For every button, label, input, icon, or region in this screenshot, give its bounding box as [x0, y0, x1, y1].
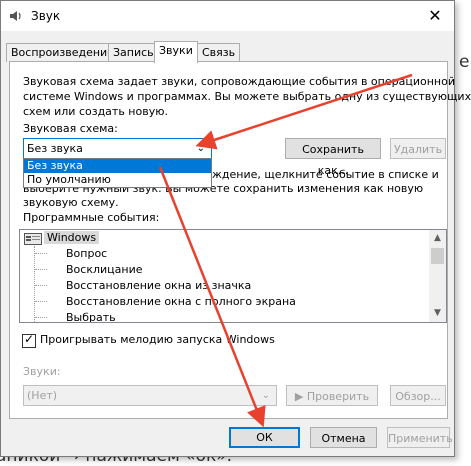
play-icon: ▶: [294, 390, 304, 403]
browse-button[interactable]: Обзор...: [390, 385, 446, 406]
cancel-button[interactable]: Отмена: [310, 427, 377, 448]
tab-communications[interactable]: Связь: [197, 43, 241, 62]
close-icon[interactable]: ✕: [416, 1, 454, 31]
windows-folder-icon: [24, 233, 42, 245]
event-item[interactable]: Восстановление окна с полного экрана: [66, 295, 296, 308]
sounds-select[interactable]: (Нет) ⌄: [23, 385, 277, 406]
test-button-label: Проверить: [306, 390, 370, 403]
scheme-option-no-sound[interactable]: Без звука: [24, 159, 211, 173]
scroll-thumb[interactable]: [431, 248, 444, 264]
tree-branch: [35, 301, 47, 302]
scroll-up-icon[interactable]: ▲: [429, 230, 446, 247]
sounds-select-value: (Нет): [27, 389, 58, 402]
tree-branch: [35, 317, 47, 318]
startup-sound-label[interactable]: Проигрывать мелодию запуска Windows: [40, 332, 275, 347]
tree-branch: [35, 253, 47, 254]
description-line-2: системе Windows и программах. Вы можете …: [23, 90, 471, 103]
speaker-icon: [10, 11, 21, 21]
description-line-1: Звуковая схема задает звуки, сопровождаю…: [23, 75, 455, 88]
check-icon: ✓: [24, 332, 35, 346]
background-right-glyph: е: [459, 52, 470, 72]
event-item[interactable]: Восклицание: [66, 263, 142, 276]
tree-line: [34, 246, 35, 322]
events-label: Программные события:: [23, 211, 160, 224]
test-button[interactable]: ▶ Проверить: [286, 385, 378, 406]
change-text-line-1: ждение, щелкните событие в списке и: [212, 168, 439, 181]
scroll-down-icon[interactable]: ▼: [429, 305, 446, 322]
tab-recording[interactable]: Запись: [108, 43, 159, 62]
description-line-3: схем или создать новую.: [23, 105, 168, 118]
tab-sounds[interactable]: Звуки: [154, 41, 198, 63]
events-scrollbar[interactable]: ▲ ▼: [429, 230, 446, 322]
event-item[interactable]: Вопрос: [66, 247, 107, 260]
scheme-select-value: Без звука: [27, 142, 83, 155]
scheme-option-default[interactable]: По умолчанию: [24, 173, 211, 187]
sounds-label: Звуки:: [23, 365, 61, 378]
window-title: Звук: [31, 9, 61, 23]
event-item[interactable]: Восстановление окна из значка: [66, 279, 251, 292]
delete-button[interactable]: Удалить: [390, 138, 446, 159]
change-text-line-3: звуковую схему.: [23, 196, 119, 209]
scheme-dropdown-list: Без звука По умолчанию: [23, 158, 212, 188]
ok-button[interactable]: ОК: [229, 427, 300, 448]
chevron-down-icon[interactable]: ⌄: [197, 143, 205, 154]
tab-playback[interactable]: Воспроизведение: [6, 43, 119, 62]
save-as-button[interactable]: Сохранить как...: [285, 138, 381, 177]
apply-button[interactable]: Применить: [387, 427, 453, 448]
tree-branch: [35, 269, 47, 270]
event-item[interactable]: Выбрать: [66, 311, 116, 322]
startup-sound-checkbox[interactable]: ✓: [22, 332, 36, 348]
scheme-select[interactable]: Без звука ⌄: [23, 138, 212, 159]
sound-dialog: Звук ✕ Воспроизведение Запись Звуки Связ…: [0, 0, 471, 457]
tree-branch: [35, 285, 47, 286]
title-bar[interactable]: Звук ✕: [1, 1, 454, 31]
scheme-label: Звуковая схема:: [23, 122, 118, 135]
events-root-windows[interactable]: Windows: [44, 231, 100, 244]
chevron-down-icon[interactable]: ⌄: [262, 390, 270, 401]
events-list[interactable]: Windows Вопрос Восклицание Восстановлени…: [19, 229, 447, 323]
